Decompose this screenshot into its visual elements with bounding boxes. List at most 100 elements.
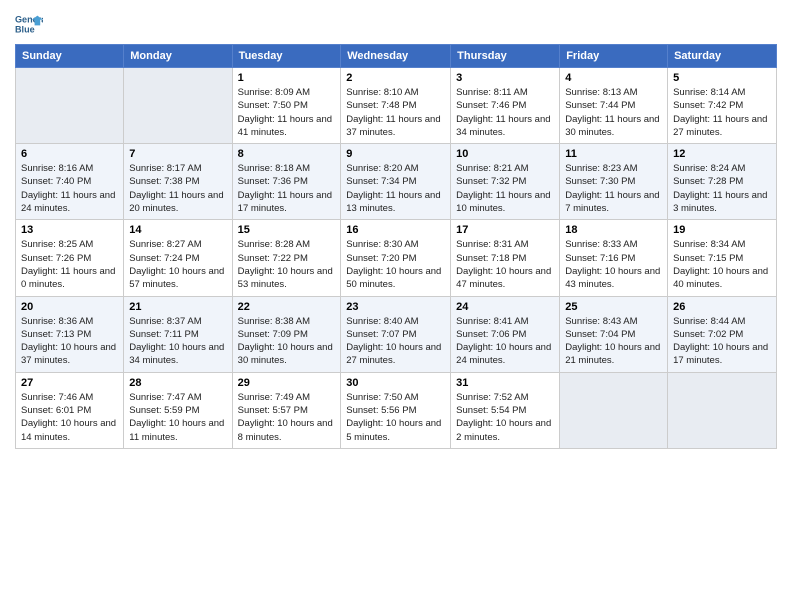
day-number: 31 [456, 377, 554, 389]
day-info: Sunrise: 8:17 AM Sunset: 7:38 PM Dayligh… [129, 162, 226, 215]
day-info: Sunrise: 8:31 AM Sunset: 7:18 PM Dayligh… [456, 238, 554, 291]
day-number: 28 [129, 377, 226, 389]
day-number: 12 [673, 148, 771, 160]
day-cell: 2 Sunrise: 8:10 AM Sunset: 7:48 PM Daylig… [341, 68, 451, 144]
day-info: Sunrise: 7:52 AM Sunset: 5:54 PM Dayligh… [456, 391, 554, 444]
day-number: 6 [21, 148, 118, 160]
day-cell: 12 Sunrise: 8:24 AM Sunset: 7:28 PM Dayli… [668, 144, 777, 220]
day-number: 21 [129, 301, 226, 313]
day-number: 14 [129, 224, 226, 236]
day-number: 22 [238, 301, 336, 313]
day-number: 16 [346, 224, 445, 236]
day-info: Sunrise: 7:46 AM Sunset: 6:01 PM Dayligh… [21, 391, 118, 444]
day-cell: 9 Sunrise: 8:20 AM Sunset: 7:34 PM Daylig… [341, 144, 451, 220]
day-number: 23 [346, 301, 445, 313]
day-cell [124, 68, 232, 144]
day-cell: 28 Sunrise: 7:47 AM Sunset: 5:59 PM Dayli… [124, 372, 232, 448]
day-cell: 10Sunrise: 8:21 AM Sunset: 7:32 PM Dayli… [451, 144, 560, 220]
day-cell [668, 372, 777, 448]
day-number: 11 [565, 148, 662, 160]
day-info: Sunrise: 8:28 AM Sunset: 7:22 PM Dayligh… [238, 238, 336, 291]
day-cell [560, 372, 668, 448]
day-number: 4 [565, 72, 662, 84]
col-header-monday: Monday [124, 45, 232, 68]
header: General Blue [15, 10, 777, 38]
day-cell: 16Sunrise: 8:30 AM Sunset: 7:20 PM Dayli… [341, 220, 451, 296]
day-cell: 25 Sunrise: 8:43 AM Sunset: 7:04 PM Dayli… [560, 296, 668, 372]
logo: General Blue [15, 10, 45, 38]
day-number: 29 [238, 377, 336, 389]
day-cell: 7 Sunrise: 8:17 AM Sunset: 7:38 PM Daylig… [124, 144, 232, 220]
week-row-4: 20 Sunrise: 8:36 AM Sunset: 7:13 PM Dayli… [16, 296, 777, 372]
svg-text:Blue: Blue [15, 24, 35, 34]
day-cell: 4 Sunrise: 8:13 AM Sunset: 7:44 PM Daylig… [560, 68, 668, 144]
day-number: 3 [456, 72, 554, 84]
day-cell: 5Sunrise: 8:14 AM Sunset: 7:42 PM Daylig… [668, 68, 777, 144]
col-header-saturday: Saturday [668, 45, 777, 68]
day-info: Sunrise: 8:40 AM Sunset: 7:07 PM Dayligh… [346, 315, 445, 368]
week-row-3: 13Sunrise: 8:25 AM Sunset: 7:26 PM Dayli… [16, 220, 777, 296]
day-info: Sunrise: 8:38 AM Sunset: 7:09 PM Dayligh… [238, 315, 336, 368]
day-cell: 13Sunrise: 8:25 AM Sunset: 7:26 PM Dayli… [16, 220, 124, 296]
day-cell: 26Sunrise: 8:44 AM Sunset: 7:02 PM Dayli… [668, 296, 777, 372]
day-cell: 18Sunrise: 8:33 AM Sunset: 7:16 PM Dayli… [560, 220, 668, 296]
header-row: SundayMondayTuesdayWednesdayThursdayFrid… [16, 45, 777, 68]
day-info: Sunrise: 8:10 AM Sunset: 7:48 PM Dayligh… [346, 86, 445, 139]
day-info: Sunrise: 7:49 AM Sunset: 5:57 PM Dayligh… [238, 391, 336, 444]
day-number: 25 [565, 301, 662, 313]
day-info: Sunrise: 8:43 AM Sunset: 7:04 PM Dayligh… [565, 315, 662, 368]
day-info: Sunrise: 8:09 AM Sunset: 7:50 PM Dayligh… [238, 86, 336, 139]
day-number: 1 [238, 72, 336, 84]
day-info: Sunrise: 8:13 AM Sunset: 7:44 PM Dayligh… [565, 86, 662, 139]
page-container: General Blue SundayMondayTuesdayWednesda… [0, 0, 792, 459]
day-cell: 8 Sunrise: 8:18 AM Sunset: 7:36 PM Daylig… [232, 144, 341, 220]
day-number: 2 [346, 72, 445, 84]
day-number: 13 [21, 224, 118, 236]
day-number: 27 [21, 377, 118, 389]
day-info: Sunrise: 8:34 AM Sunset: 7:15 PM Dayligh… [673, 238, 771, 291]
calendar-table: SundayMondayTuesdayWednesdayThursdayFrid… [15, 44, 777, 449]
day-number: 7 [129, 148, 226, 160]
day-number: 19 [673, 224, 771, 236]
day-cell: 24 Sunrise: 8:41 AM Sunset: 7:06 PM Dayli… [451, 296, 560, 372]
day-info: Sunrise: 8:24 AM Sunset: 7:28 PM Dayligh… [673, 162, 771, 215]
day-info: Sunrise: 8:36 AM Sunset: 7:13 PM Dayligh… [21, 315, 118, 368]
logo-icon: General Blue [15, 10, 43, 38]
day-cell: 17 Sunrise: 8:31 AM Sunset: 7:18 PM Dayli… [451, 220, 560, 296]
day-number: 15 [238, 224, 336, 236]
day-info: Sunrise: 7:47 AM Sunset: 5:59 PM Dayligh… [129, 391, 226, 444]
day-number: 8 [238, 148, 336, 160]
day-number: 10 [456, 148, 554, 160]
day-cell: 21Sunrise: 8:37 AM Sunset: 7:11 PM Dayli… [124, 296, 232, 372]
day-info: Sunrise: 8:20 AM Sunset: 7:34 PM Dayligh… [346, 162, 445, 215]
week-row-1: 1 Sunrise: 8:09 AM Sunset: 7:50 PM Daylig… [16, 68, 777, 144]
day-cell: 19 Sunrise: 8:34 AM Sunset: 7:15 PM Dayli… [668, 220, 777, 296]
day-number: 24 [456, 301, 554, 313]
day-cell [16, 68, 124, 144]
day-cell: 11 Sunrise: 8:23 AM Sunset: 7:30 PM Dayli… [560, 144, 668, 220]
day-info: Sunrise: 8:27 AM Sunset: 7:24 PM Dayligh… [129, 238, 226, 291]
day-cell: 20 Sunrise: 8:36 AM Sunset: 7:13 PM Dayli… [16, 296, 124, 372]
col-header-tuesday: Tuesday [232, 45, 341, 68]
col-header-friday: Friday [560, 45, 668, 68]
day-number: 17 [456, 224, 554, 236]
week-row-2: 6 Sunrise: 8:16 AM Sunset: 7:40 PM Daylig… [16, 144, 777, 220]
day-info: Sunrise: 8:16 AM Sunset: 7:40 PM Dayligh… [21, 162, 118, 215]
day-cell: 1 Sunrise: 8:09 AM Sunset: 7:50 PM Daylig… [232, 68, 341, 144]
day-cell: 27 Sunrise: 7:46 AM Sunset: 6:01 PM Dayli… [16, 372, 124, 448]
col-header-sunday: Sunday [16, 45, 124, 68]
day-number: 20 [21, 301, 118, 313]
day-number: 5 [673, 72, 771, 84]
day-cell: 14 Sunrise: 8:27 AM Sunset: 7:24 PM Dayli… [124, 220, 232, 296]
day-cell: 31 Sunrise: 7:52 AM Sunset: 5:54 PM Dayli… [451, 372, 560, 448]
day-cell: 30 Sunrise: 7:50 AM Sunset: 5:56 PM Dayli… [341, 372, 451, 448]
day-info: Sunrise: 8:18 AM Sunset: 7:36 PM Dayligh… [238, 162, 336, 215]
day-number: 30 [346, 377, 445, 389]
col-header-wednesday: Wednesday [341, 45, 451, 68]
day-info: Sunrise: 8:23 AM Sunset: 7:30 PM Dayligh… [565, 162, 662, 215]
day-number: 26 [673, 301, 771, 313]
day-info: Sunrise: 8:41 AM Sunset: 7:06 PM Dayligh… [456, 315, 554, 368]
day-cell: 15 Sunrise: 8:28 AM Sunset: 7:22 PM Dayli… [232, 220, 341, 296]
day-number: 9 [346, 148, 445, 160]
day-info: Sunrise: 7:50 AM Sunset: 5:56 PM Dayligh… [346, 391, 445, 444]
